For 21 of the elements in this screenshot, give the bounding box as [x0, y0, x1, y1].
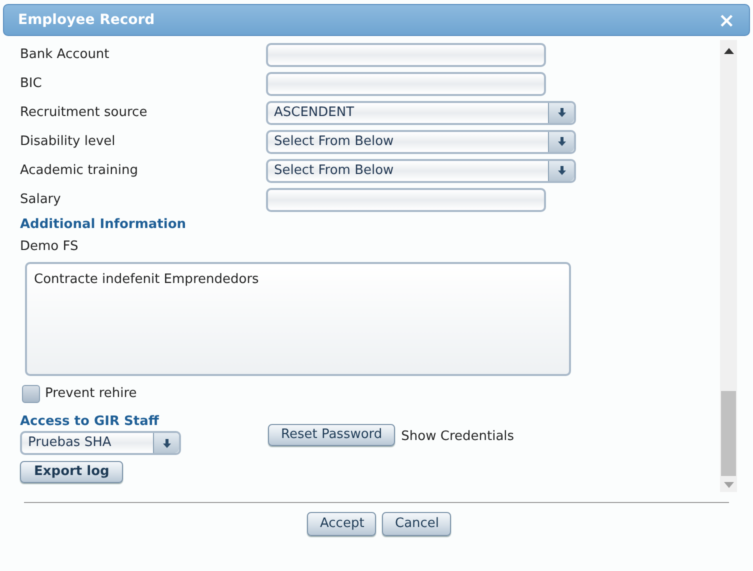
field-label: Demo FS: [20, 238, 80, 256]
field-label: Academic training: [20, 162, 139, 180]
field-label: Recruitment source: [20, 104, 148, 122]
checkbox-label: Prevent rehire: [45, 385, 137, 403]
text-area[interactable]: Contracte indefenit Emprendedors: [25, 262, 571, 376]
export-button[interactable]: Export log: [20, 461, 124, 483]
field-label: BIC: [20, 74, 43, 93]
select-field[interactable]: ASCENDENT: [266, 100, 576, 124]
field-label: Disability level: [20, 132, 116, 151]
field-label: Salary: [20, 190, 62, 209]
show-credentials-text: Show Credentials: [401, 428, 514, 446]
field-label: Bank Account: [20, 46, 110, 64]
select-field[interactable]: Pruebas SHA: [20, 431, 181, 455]
select-field[interactable]: Select From Below: [266, 130, 576, 154]
dialog-button[interactable]: Accept: [307, 512, 376, 536]
select-field[interactable]: Select From Below: [266, 158, 576, 182]
dialog-button[interactable]: Cancel: [382, 512, 451, 536]
section-heading: Additional Information: [20, 216, 188, 234]
section-heading: Access to GIR Staff: [20, 412, 160, 430]
window-title: Employee Record: [18, 10, 155, 30]
reset-password-button[interactable]: Reset Password: [268, 424, 396, 446]
